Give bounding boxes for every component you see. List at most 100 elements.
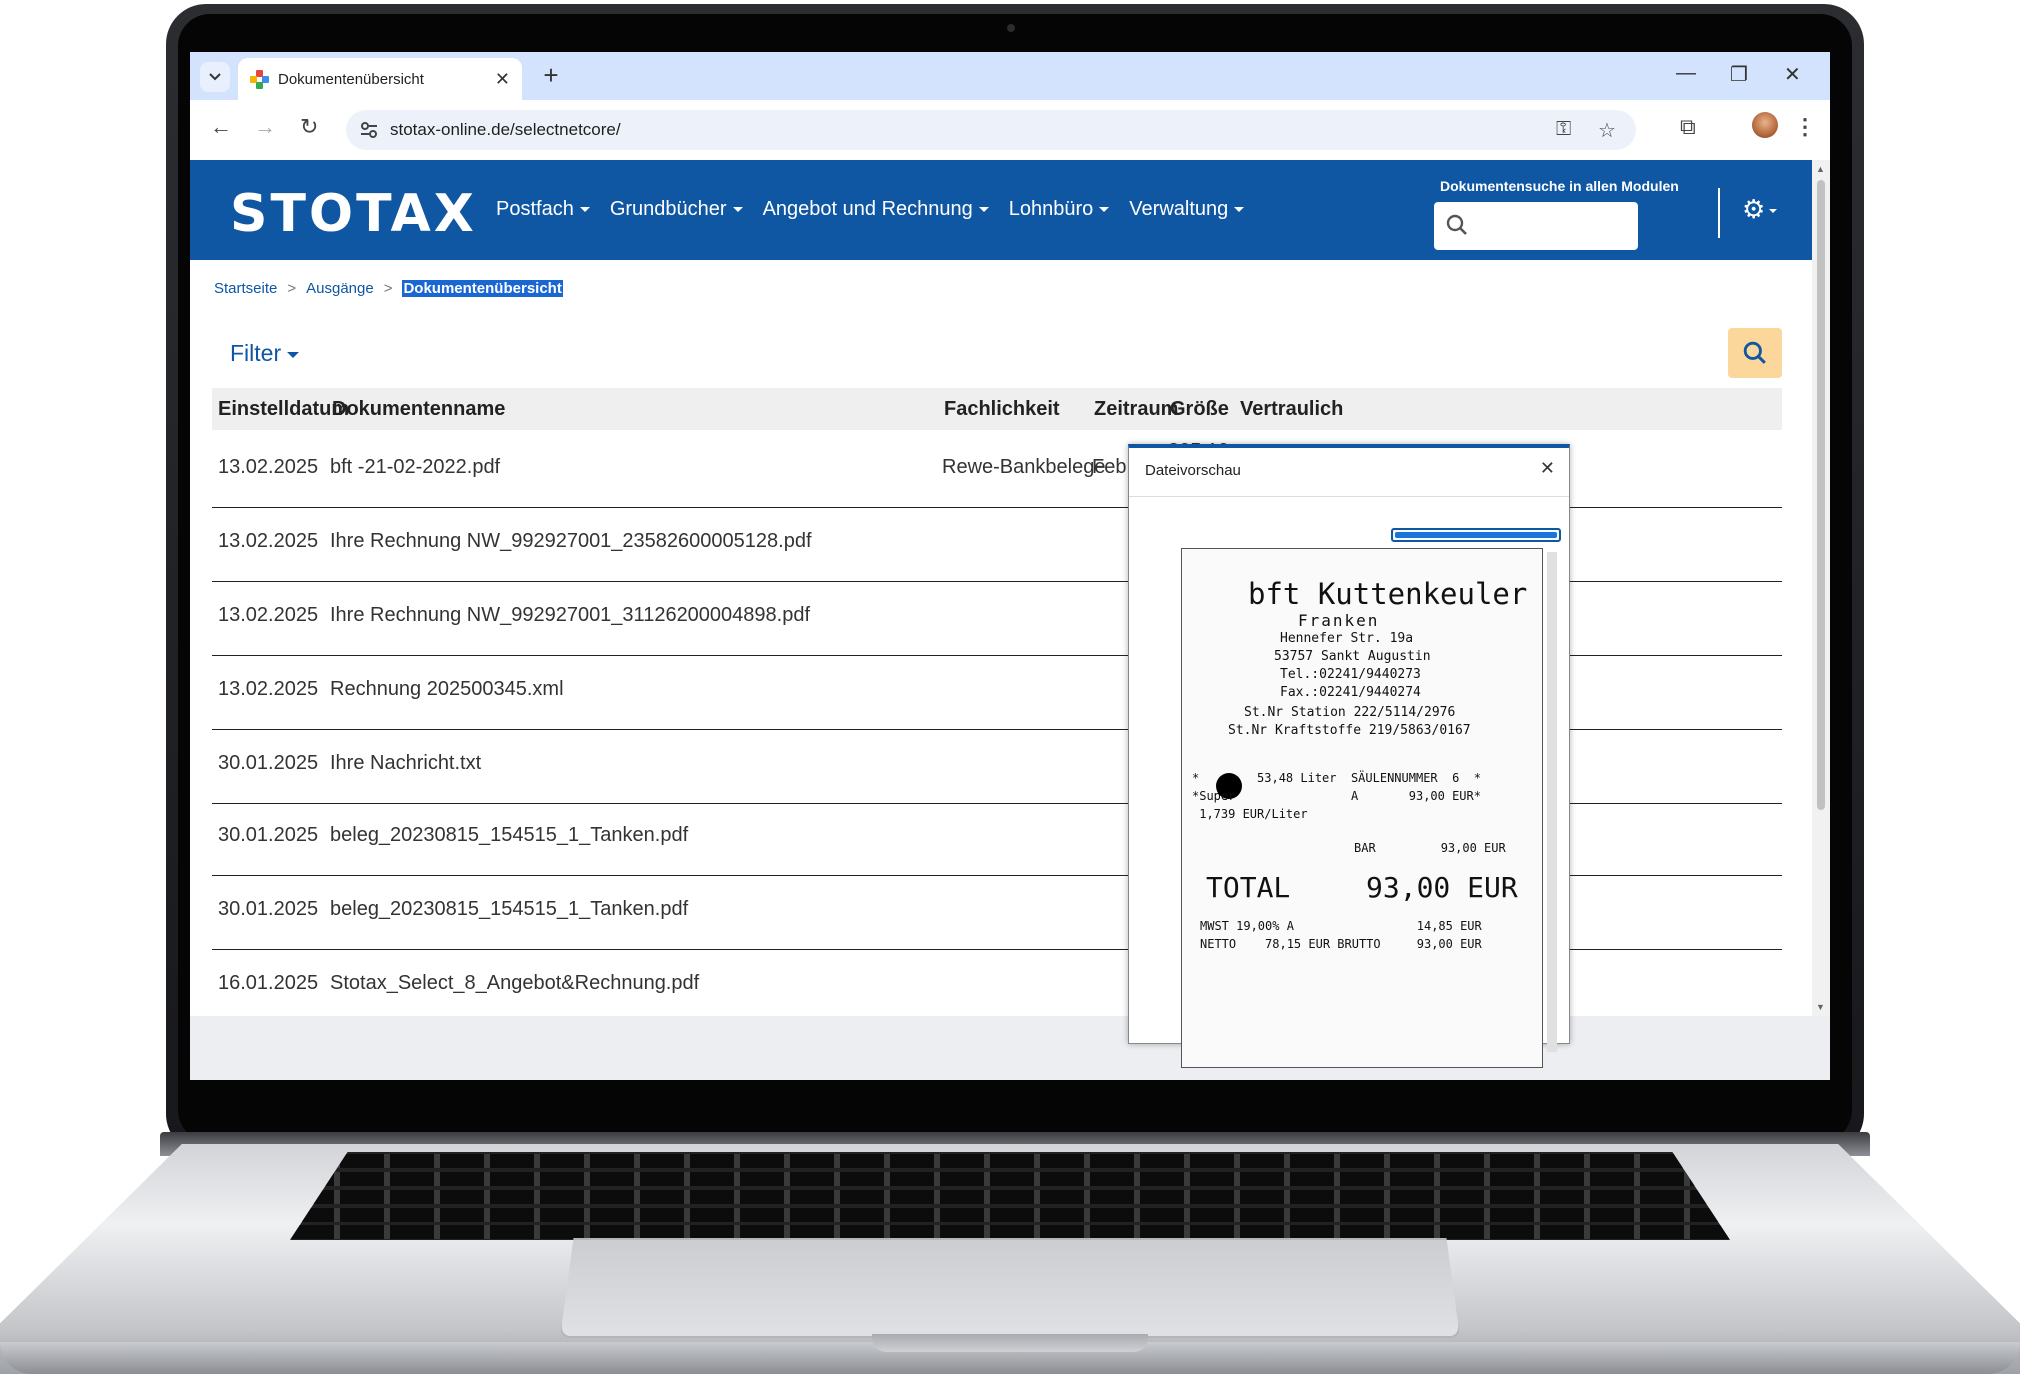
restore-icon[interactable]: ❐ <box>1730 62 1748 87</box>
close-window-icon[interactable]: ✕ <box>1784 62 1801 87</box>
search-icon <box>1743 341 1766 364</box>
row-date: 13.02.2025 <box>218 604 319 626</box>
column-einstelldatum[interactable]: Einstelldatum <box>218 398 349 421</box>
receipt-mwst: MWST 19,00% A 14,85 EUR <box>1200 919 1482 933</box>
row-date: 30.01.2025 <box>218 752 319 774</box>
receipt-total-label: TOTAL <box>1206 871 1291 904</box>
page-scrollbar[interactable]: ▲ ▼ <box>1812 160 1830 1016</box>
receipt-bar: BAR 93,00 EUR <box>1354 841 1506 855</box>
row-date: 30.01.2025 <box>218 898 319 920</box>
url-text: stotax-online.de/selectnetcore/ <box>390 120 621 139</box>
table-header: Einstelldatum Dokumentenname Fachlichkei… <box>212 388 1782 430</box>
filter-dropdown[interactable]: Filter <box>230 340 299 367</box>
receipt-line-price: 1,739 EUR/Liter <box>1192 807 1308 821</box>
row-date: 30.01.2025 <box>218 824 319 846</box>
nav-lohnbuero[interactable]: Lohnbüro <box>1009 198 1110 221</box>
chevron-down-icon <box>209 73 221 81</box>
header-divider <box>1718 188 1720 238</box>
forward-icon[interactable]: → <box>254 114 276 140</box>
stotax-logo[interactable]: STOTAX <box>230 184 477 244</box>
breadcrumb-current: Dokumentenübersicht <box>402 280 563 297</box>
settings-gear-icon[interactable]: ⚙ <box>1742 194 1777 225</box>
receipt-image: bft Kuttenkeuler Franken Hennefer Str. 1… <box>1181 548 1543 1068</box>
file-preview-dialog: Dateivorschau ✕ bft Kuttenkeuler Franken… <box>1128 444 1570 1068</box>
document-search-input[interactable] <box>1434 202 1638 250</box>
row-document-name: Stotax_Select_8_Angebot&Rechnung.pdf <box>330 972 700 994</box>
screen-bottom <box>190 1016 1830 1080</box>
scroll-up-icon[interactable]: ▲ <box>1816 164 1825 174</box>
row-date: 13.02.2025 <box>218 530 319 552</box>
breadcrumb-ausgaenge[interactable]: Ausgänge <box>306 280 374 297</box>
row-document-name: Ihre Rechnung NW_992927001_3112620000489… <box>330 604 811 626</box>
preview-title: Dateivorschau <box>1145 462 1241 479</box>
browser-toolbar: ← → ↻ stotax-online.de/selectnetcore/ ⚿ … <box>190 100 1830 160</box>
receipt-zip: 53757 Sankt Augustin <box>1274 649 1431 664</box>
minimize-icon[interactable]: — <box>1676 62 1696 85</box>
row-date: 13.02.2025 <box>218 678 319 700</box>
site-settings-icon[interactable] <box>360 121 378 139</box>
receipt-store: bft Kuttenkeuler <box>1248 577 1528 611</box>
breadcrumb-separator: > <box>383 280 393 297</box>
preview-scrollbar[interactable] <box>1547 552 1557 1052</box>
tab-search-button[interactable] <box>200 62 230 92</box>
receipt-stnr-station: St.Nr Station 222/5114/2976 <box>1244 705 1456 720</box>
row-document-name: Ihre Rechnung NW_992927001_2358260000512… <box>330 530 812 552</box>
receipt-street: Hennefer Str. 19a <box>1280 631 1414 646</box>
scrollbar-thumb[interactable] <box>1817 180 1825 810</box>
tab-title: Dokumentenübersicht <box>278 70 424 88</box>
row-document-name: beleg_20230815_154515_1_Tanken.pdf <box>330 898 689 920</box>
nav-angebot-rechnung[interactable]: Angebot und Rechnung <box>763 198 989 221</box>
table-search-button[interactable] <box>1728 328 1782 378</box>
browser-tab[interactable]: Dokumentenübersicht ✕ <box>238 58 522 100</box>
breadcrumb-separator: > <box>287 280 297 297</box>
scroll-down-icon[interactable]: ▼ <box>1816 1002 1825 1012</box>
camera <box>1007 24 1015 32</box>
password-key-icon[interactable]: ⚿ <box>1556 118 1571 141</box>
main-nav: Postfach Grundbücher Angebot und Rechnun… <box>496 198 1244 221</box>
search-icon <box>1446 214 1467 235</box>
row-document-name: beleg_20230815_154515_1_Tanken.pdf <box>330 824 689 846</box>
menu-dots-icon[interactable]: ⋮ <box>1794 114 1816 140</box>
trackpad <box>560 1238 1460 1338</box>
app-header: STOTAX Postfach Grundbücher Angebot und … <box>190 160 1812 260</box>
dialog-divider <box>1129 496 1569 497</box>
tab-bar: Dokumentenübersicht ✕ + — ❐ ✕ <box>190 52 1830 100</box>
document-search-label: Dokumentensuche in allen Modulen <box>1440 178 1679 194</box>
column-fachlichkeit[interactable]: Fachlichkeit <box>944 398 1060 421</box>
address-bar[interactable]: stotax-online.de/selectnetcore/ ⚿ ☆ <box>346 110 1636 150</box>
receipt-netto: NETTO 78,15 EUR BRUTTO 93,00 EUR <box>1200 937 1482 951</box>
column-vertraulich[interactable]: Vertraulich <box>1240 398 1343 421</box>
bookmark-star-icon[interactable]: ☆ <box>1598 118 1616 143</box>
nav-grundbuecher[interactable]: Grundbücher <box>610 198 743 221</box>
receipt-line-super: *Super A 93,00 EUR* <box>1192 789 1481 803</box>
row-document-name: Ihre Nachricht.txt <box>330 752 482 774</box>
laptop-mockup: Dokumentenübersicht ✕ + — ❐ ✕ ← → ↻ stot… <box>0 0 2020 1400</box>
close-preview-icon[interactable]: ✕ <box>1540 458 1555 479</box>
row-fachlichkeit: Rewe-Bankbelege <box>942 456 1106 478</box>
receipt-fax: Fax.:02241/9440274 <box>1280 685 1421 700</box>
nav-postfach[interactable]: Postfach <box>496 198 590 221</box>
extensions-icon[interactable]: ⧉ <box>1680 114 1696 140</box>
progress-fill <box>1395 532 1557 538</box>
receipt-total-value: 93,00 EUR <box>1366 871 1518 904</box>
column-zeitraum[interactable]: Zeitraum <box>1094 398 1178 421</box>
receipt-stnr-kraftstoffe: St.Nr Kraftstoffe 219/5863/0167 <box>1228 723 1471 738</box>
row-document-name: bft -21-02-2022.pdf <box>330 456 501 478</box>
column-groesse[interactable]: Größe <box>1170 398 1229 421</box>
row-date: 16.01.2025 <box>218 972 319 994</box>
column-dokumentenname[interactable]: Dokumentenname <box>332 398 505 421</box>
back-icon[interactable]: ← <box>210 114 232 140</box>
reload-icon[interactable]: ↻ <box>300 114 318 140</box>
profile-avatar[interactable] <box>1752 112 1778 138</box>
keyboard <box>290 1152 1730 1240</box>
breadcrumb: Startseite > Ausgänge > Dokumentenübersi… <box>214 280 563 297</box>
new-tab-button[interactable]: + <box>536 60 566 91</box>
close-tab-icon[interactable]: ✕ <box>495 69 510 90</box>
nav-verwaltung[interactable]: Verwaltung <box>1129 198 1244 221</box>
stotax-favicon-icon <box>250 70 269 89</box>
preview-progress-bar <box>1391 528 1561 542</box>
receipt-tel: Tel.:02241/9440273 <box>1280 667 1421 682</box>
row-date: 13.02.2025 <box>218 456 319 478</box>
screen: Dokumentenübersicht ✕ + — ❐ ✕ ← → ↻ stot… <box>190 52 1830 1080</box>
breadcrumb-startseite[interactable]: Startseite <box>214 280 277 297</box>
